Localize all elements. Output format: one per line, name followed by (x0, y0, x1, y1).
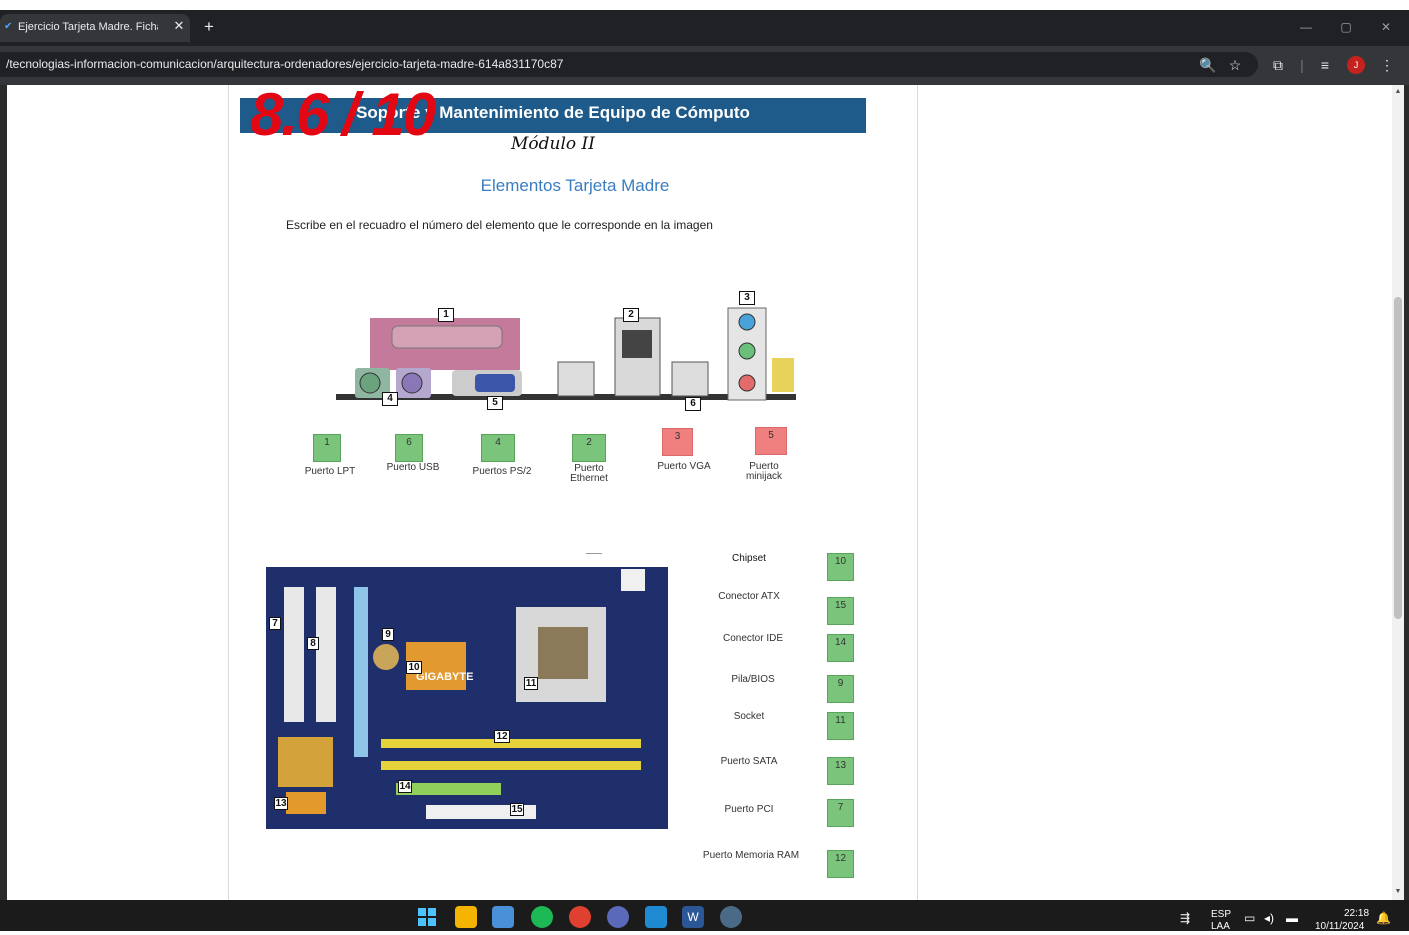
scroll-up-icon[interactable]: ▲ (1392, 86, 1404, 98)
tray-overflow-icon[interactable]: ⇶ (1180, 911, 1190, 925)
label-vga: Puerto VGA (657, 461, 711, 472)
app-icon[interactable] (607, 906, 629, 928)
notification-bell-icon[interactable]: 🔔 (1376, 911, 1391, 925)
answer-sata[interactable]: 13 (827, 757, 854, 785)
reading-list-icon[interactable]: ≡ (1315, 55, 1335, 75)
taskbar (0, 900, 1409, 931)
board-marker-13: 13 (274, 797, 288, 810)
label-ide: Conector IDE (722, 633, 784, 644)
lang-indicator[interactable]: ESP (1211, 909, 1231, 920)
label-ps2: Puertos PS/2 (472, 466, 532, 477)
ports-marker-1: 1 (438, 308, 454, 322)
menu-kebab-icon[interactable]: ⋮ (1377, 55, 1397, 75)
close-window-button[interactable]: ✕ (1371, 16, 1401, 38)
snipping-tool-icon[interactable] (492, 906, 514, 928)
right-gutter (1404, 85, 1409, 900)
board-marker-10: 10 (406, 661, 422, 674)
ports-marker-3: 3 (739, 291, 755, 305)
left-gutter (0, 85, 7, 900)
document-left-border (228, 85, 229, 900)
answer-minijack[interactable]: 5 (755, 427, 787, 455)
answer-chipset[interactable]: 10 (827, 553, 854, 581)
minimize-button[interactable]: — (1291, 16, 1321, 38)
answer-vga[interactable]: 3 (662, 428, 693, 456)
zoom-icon[interactable]: 🔍 (1198, 55, 1218, 75)
restore-button[interactable]: ▢ (1331, 16, 1361, 38)
start-menu-icon[interactable] (416, 906, 438, 928)
board-marker-8: 8 (307, 637, 319, 650)
label-pci: Puerto PCI (724, 804, 774, 815)
answer-ide[interactable]: 14 (827, 634, 854, 662)
label-usb: Puerto USB (386, 462, 440, 473)
extensions-icon[interactable]: ⧉ (1268, 55, 1288, 75)
scroll-down-icon[interactable]: ▼ (1392, 886, 1404, 898)
answer-atx[interactable]: 15 (827, 597, 854, 625)
answer-pci[interactable]: 7 (827, 799, 854, 827)
url-text[interactable]: /tecnologias-informacion-comunicacion/ar… (6, 57, 563, 71)
board-marker-11: 11 (524, 677, 538, 690)
ports-marker-2: 2 (623, 308, 639, 322)
tab-title: Ejercicio Tarjeta Madre. Ficha in (18, 21, 158, 33)
label-minijack-2: minijack (745, 471, 783, 482)
label-bios: Pila/BIOS (731, 674, 775, 685)
instruction-text: Escribe en el recuadro el número del ele… (286, 218, 713, 232)
label-socket: Socket (733, 711, 765, 722)
label-ethernet-2: Ethernet (570, 473, 608, 484)
bookmark-star-icon[interactable]: ☆ (1225, 55, 1245, 75)
settings-gear-icon[interactable] (720, 906, 742, 928)
answer-ps2[interactable]: 4 (481, 434, 515, 462)
word-icon[interactable]: W (682, 906, 704, 928)
top-strip (0, 0, 1409, 10)
motherboard-image: GIGABYTE (266, 567, 668, 829)
label-ram: Puerto Memoria RAM (702, 850, 800, 861)
answer-ram[interactable]: 12 (827, 850, 854, 878)
board-marker-7: 7 (269, 617, 281, 630)
image-divider (586, 553, 602, 554)
board-brand-text: GIGABYTE (416, 671, 473, 683)
label-lpt: Puerto LPT (304, 466, 356, 477)
clock-time[interactable]: 22:18 (1344, 908, 1369, 919)
toolbar-divider: | (1300, 57, 1304, 73)
answer-ethernet[interactable]: 2 (572, 434, 606, 462)
lang-sub[interactable]: LAA (1211, 921, 1230, 932)
board-marker-9: 9 (382, 628, 394, 641)
label-chipset: Chipset (732, 553, 766, 564)
ports-marker-4: 4 (382, 392, 398, 406)
ports-marker-6: 6 (685, 397, 701, 411)
answer-lpt[interactable]: 1 (313, 434, 341, 462)
network-icon[interactable]: ▭ (1244, 911, 1255, 925)
file-explorer-icon[interactable] (455, 906, 477, 928)
back-panel-ports-image (336, 307, 796, 401)
board-marker-12: 12 (494, 730, 510, 743)
document-right-border (917, 85, 918, 900)
volume-icon[interactable]: ◂) (1264, 911, 1274, 925)
label-sata: Puerto SATA (720, 756, 778, 767)
board-marker-14: 14 (398, 780, 412, 793)
vscode-icon[interactable] (645, 906, 667, 928)
browser-tab[interactable]: ✔ Ejercicio Tarjeta Madre. Ficha in ✕ (0, 14, 190, 42)
spotify-icon[interactable] (531, 906, 553, 928)
clock-date[interactable]: 10/11/2024 (1315, 921, 1364, 932)
battery-icon[interactable]: ▬ (1286, 911, 1298, 925)
answer-usb[interactable]: 6 (395, 434, 423, 462)
answer-socket[interactable]: 11 (827, 712, 854, 740)
ports-marker-5: 5 (487, 396, 503, 410)
new-tab-button[interactable]: + (200, 17, 218, 37)
profile-avatar[interactable]: J (1347, 56, 1365, 74)
handwritten-score: 8.6 / 10 (250, 81, 436, 148)
chrome-icon[interactable] (569, 906, 591, 928)
site-favicon-icon: ✔ (4, 21, 13, 32)
board-marker-15: 15 (510, 803, 524, 816)
scrollbar-thumb[interactable] (1394, 297, 1402, 619)
answer-bios[interactable]: 9 (827, 675, 854, 703)
label-atx: Conector ATX (718, 591, 780, 602)
tab-close-icon[interactable]: ✕ (171, 18, 187, 36)
section-title: Elementos Tarjeta Madre (480, 176, 670, 195)
